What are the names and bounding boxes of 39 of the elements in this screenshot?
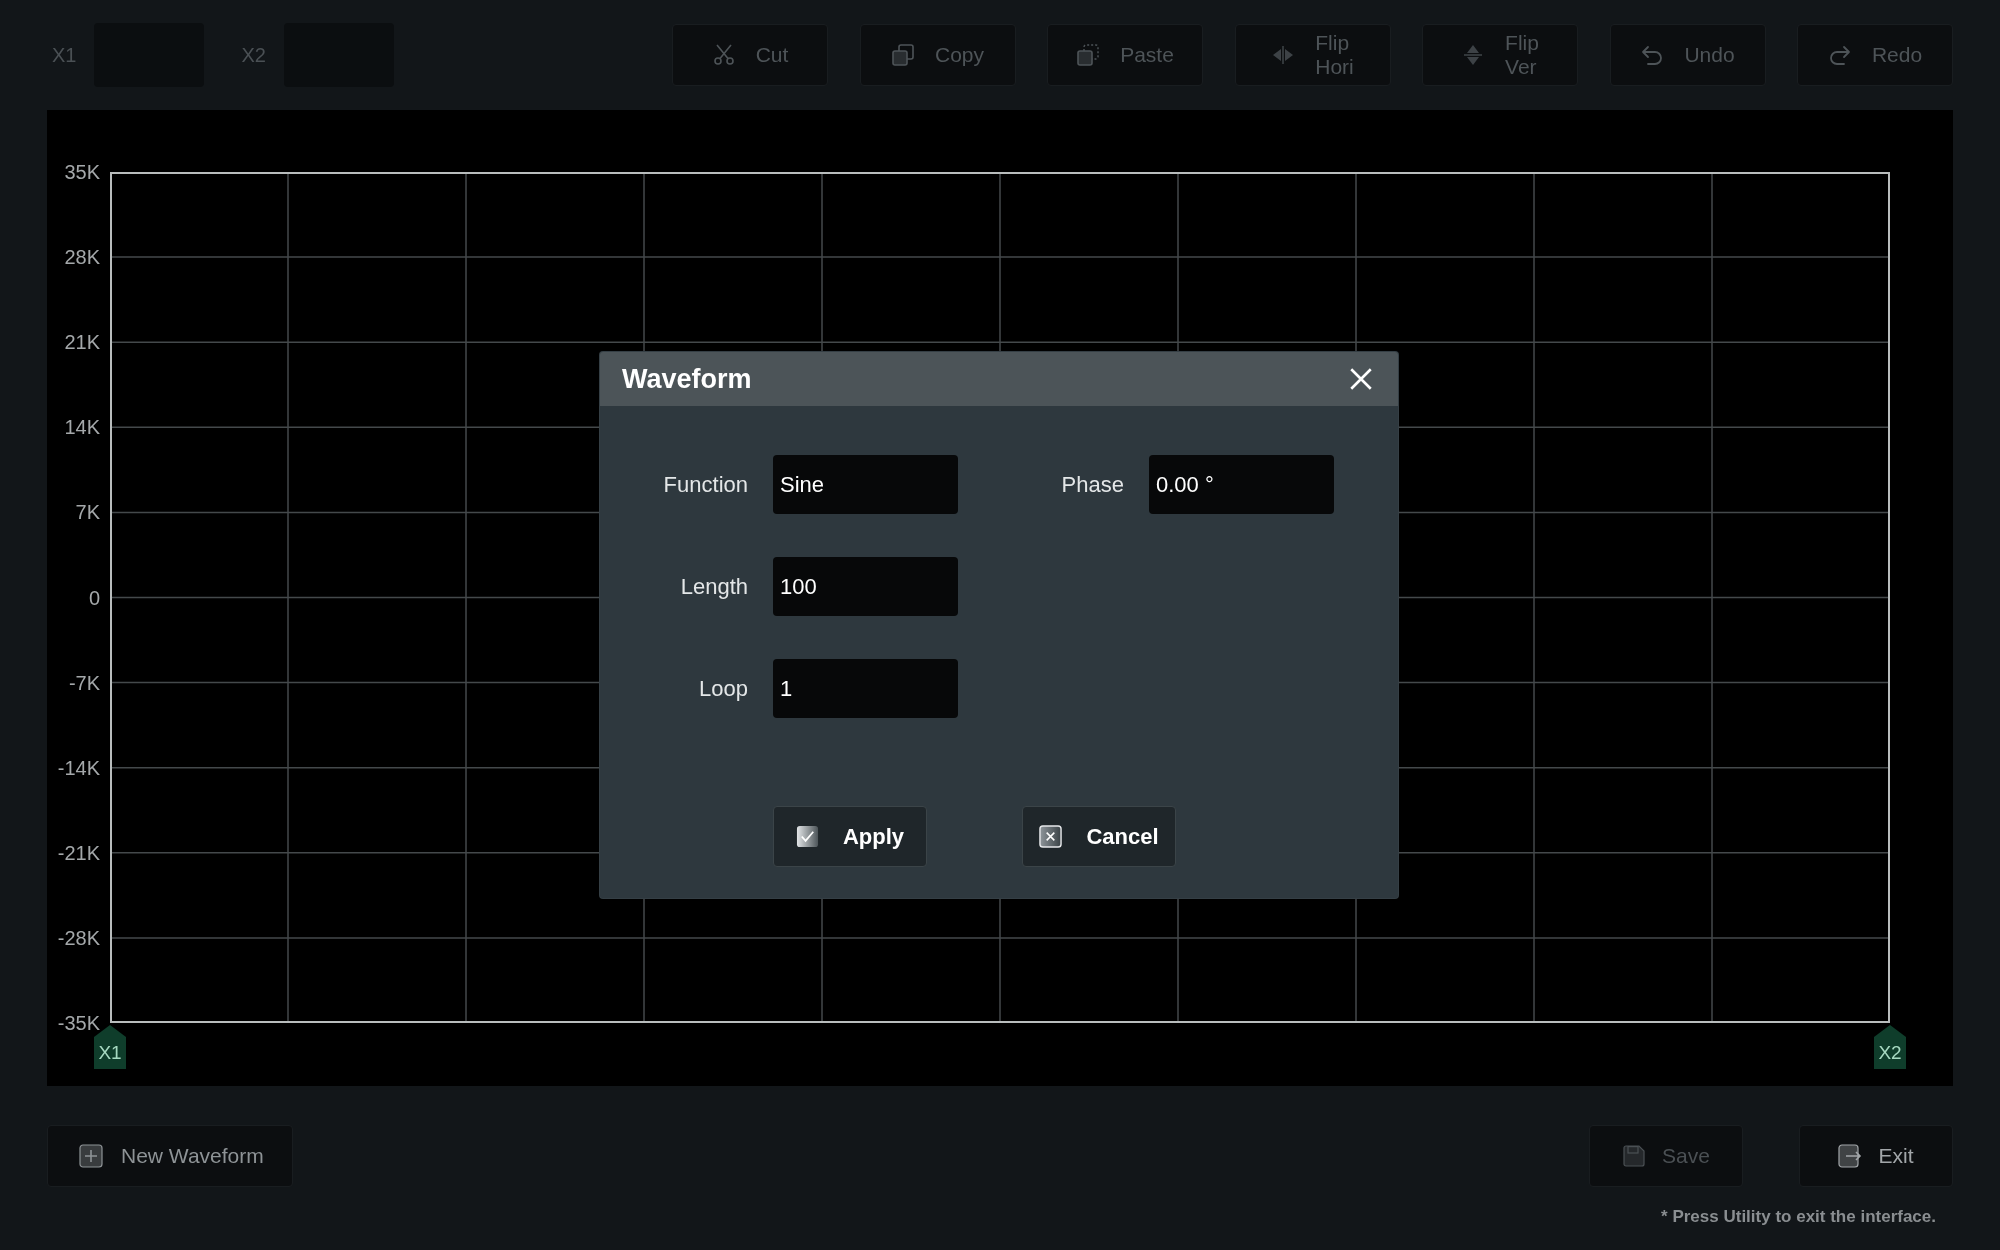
input-field[interactable]: Sine	[773, 455, 958, 514]
axis-label: -7K	[68, 671, 100, 694]
input-field[interactable]: 100	[773, 557, 958, 616]
axis-label: 35K	[64, 161, 100, 183]
axis-label: -21K	[57, 841, 100, 864]
hint-text: * Press Utility to exit the interface.	[1661, 1207, 1936, 1227]
dialog-title: Waveform	[622, 363, 752, 395]
save-icon	[1622, 1144, 1647, 1168]
close-icon	[1348, 366, 1374, 392]
field-label: Loop	[698, 675, 748, 702]
field-label: X2	[241, 43, 266, 67]
input-field[interactable]: 0.00 °	[1149, 455, 1334, 514]
plus-square-icon	[79, 1144, 103, 1168]
exit-icon	[1838, 1144, 1863, 1168]
axis-label: -14K	[57, 756, 100, 779]
axis-label: 7K	[75, 501, 100, 524]
field-label: X1	[52, 43, 77, 67]
axis-label: 14K	[64, 416, 100, 439]
field-label: Length	[679, 573, 748, 600]
field-label: Function	[662, 471, 748, 498]
scissors-icon	[711, 43, 736, 67]
cursor-marker[interactable]: X2	[1874, 1025, 1906, 1069]
close-button[interactable]	[1348, 366, 1374, 392]
axis-label: 28K	[64, 246, 100, 269]
axis-label: -28K	[57, 926, 100, 949]
field-label: Phase	[1060, 471, 1124, 498]
cancel-button[interactable]: Cancel	[1022, 806, 1176, 867]
axis-label: 0	[88, 586, 100, 609]
paste-icon	[1076, 43, 1101, 67]
input-field[interactable]: 1	[773, 659, 958, 718]
exit-button[interactable]: Exit	[1799, 1125, 1953, 1187]
copy-icon	[891, 43, 915, 67]
undo-icon	[1640, 43, 1665, 67]
redo-icon	[1827, 43, 1852, 67]
apply-button[interactable]: Apply	[773, 806, 927, 867]
axis-label: 21K	[64, 331, 100, 354]
x-square-icon	[1039, 825, 1063, 848]
checkbox-checked-icon	[795, 825, 819, 848]
new-waveform-button[interactable]: New Waveform	[47, 1125, 293, 1187]
